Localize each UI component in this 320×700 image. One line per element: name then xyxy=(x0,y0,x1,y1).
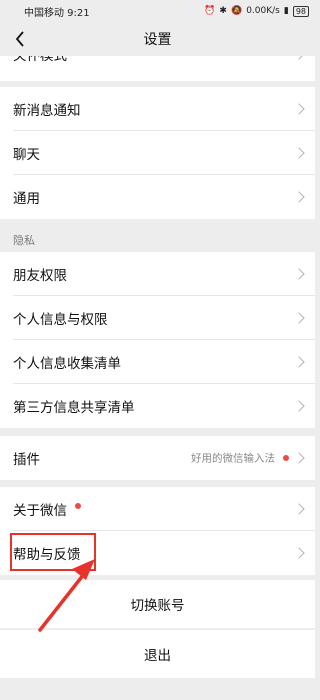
settings-screen: 中国移动 9:21 ⏰ ✱ 🔕 0.00K/s ▮ 98 设置 关怀模式 新消息… xyxy=(0,0,315,700)
annotation-arrow-icon xyxy=(38,559,95,632)
